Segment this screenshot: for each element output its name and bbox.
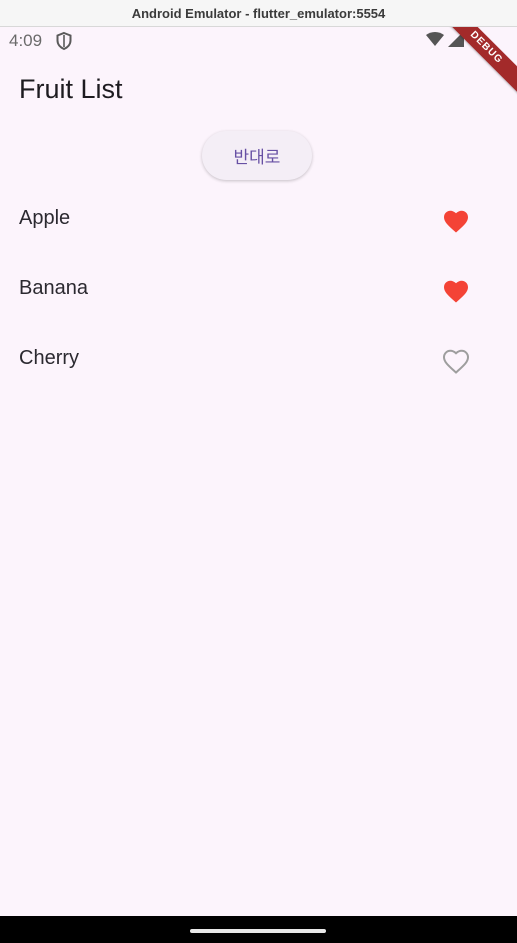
list-item[interactable]: Apple — [0, 185, 517, 255]
wifi-icon — [426, 32, 444, 46]
fruit-list: Apple Banana Cherry — [0, 185, 517, 395]
heart-filled-icon[interactable] — [442, 208, 470, 234]
shield-icon — [56, 31, 72, 51]
home-gesture-handle[interactable] — [190, 929, 326, 933]
list-item[interactable]: Cherry — [0, 325, 517, 395]
window-title: Android Emulator - flutter_emulator:5554 — [131, 5, 386, 21]
status-bar: 4:09 — [0, 27, 517, 55]
fruit-name: Apple — [19, 207, 71, 229]
fruit-name: Cherry — [19, 347, 80, 369]
phone-screen: 4:09 DEBUG Fruit List 반대로 Apple Banana Che… — [0, 27, 517, 916]
window-titlebar: Android Emulator - flutter_emulator:5554 — [0, 0, 517, 27]
list-item[interactable]: Banana — [0, 255, 517, 325]
fruit-name: Banana — [19, 277, 88, 299]
heart-outline-icon[interactable] — [442, 348, 470, 374]
status-time: 4:09 — [9, 31, 43, 50]
reverse-button[interactable]: 반대로 — [202, 131, 312, 180]
page-title: Fruit List — [19, 74, 123, 104]
heart-filled-icon[interactable] — [442, 278, 470, 304]
navigation-bar — [0, 916, 517, 943]
